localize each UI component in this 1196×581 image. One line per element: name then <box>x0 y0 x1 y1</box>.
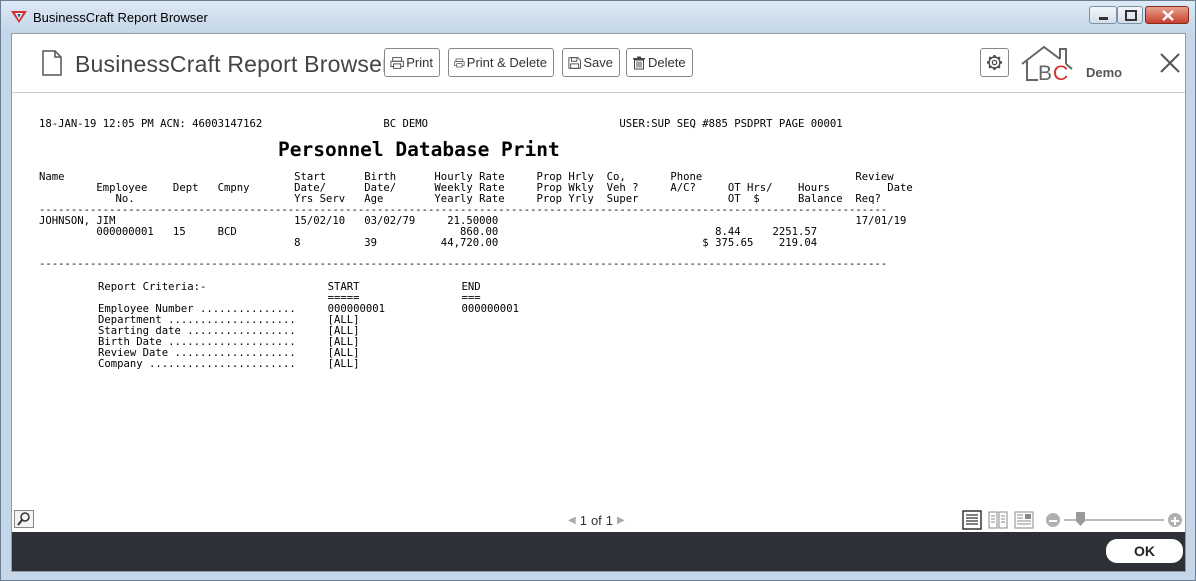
page-navigator: ◀ 1 of 1 ▶ <box>568 513 625 528</box>
print-and-delete-button[interactable]: Print & Delete <box>448 48 554 77</box>
next-page-icon[interactable]: ▶ <box>617 515 625 526</box>
two-page-view-icon[interactable] <box>988 510 1008 530</box>
trash-icon <box>633 56 645 69</box>
save-label: Save <box>583 55 613 70</box>
businesscraft-logo: B C <box>1021 45 1073 84</box>
svg-text:B: B <box>1038 62 1052 84</box>
report-browser-panel: BusinessCraft Report Browser Print Print… <box>11 33 1186 572</box>
close-icon[interactable] <box>1158 51 1182 75</box>
minus-icon <box>1049 520 1057 522</box>
title-bar[interactable]: BusinessCraft Report Browser <box>1 1 1195 33</box>
print-and-delete-label: Print & Delete <box>466 55 547 70</box>
report-page: 18-JAN-19 12:05 PM ACN: 46003147162 BC D… <box>12 93 1185 508</box>
previous-page-icon[interactable]: ◀ <box>568 515 576 526</box>
zoom-in-button[interactable] <box>1168 513 1182 527</box>
single-page-view-icon[interactable] <box>962 510 982 530</box>
report-title: Personnel Database Print <box>278 138 560 161</box>
minimize-button[interactable] <box>1089 6 1117 24</box>
document-icon <box>42 50 62 76</box>
bottom-action-bar: OK <box>12 532 1185 571</box>
window-close-button[interactable] <box>1145 6 1189 24</box>
delete-label: Delete <box>648 55 686 70</box>
window-title: BusinessCraft Report Browser <box>33 10 208 25</box>
page-total: 1 <box>605 513 614 528</box>
report-header-line: 18-JAN-19 12:05 PM ACN: 46003147162 BC D… <box>39 118 843 130</box>
viewer-footer: ◀ 1 of 1 ▶ <box>12 508 1185 532</box>
delete-button[interactable]: Delete <box>626 48 693 77</box>
save-button[interactable]: Save <box>562 48 620 77</box>
brand-label: Demo <box>1086 65 1123 80</box>
divider: ----------------------------------------… <box>39 258 888 270</box>
toolbar-header: BusinessCraft Report Browser Print Print… <box>12 34 1185 93</box>
page-of: of <box>590 513 602 528</box>
settings-button[interactable] <box>980 48 1009 77</box>
printer-icon <box>390 56 404 69</box>
print-button[interactable]: Print <box>384 48 440 77</box>
businesscraft-app-icon <box>11 11 27 23</box>
floppy-disk-icon <box>568 56 581 69</box>
zoom-out-button[interactable] <box>1046 513 1060 527</box>
page-title: BusinessCraft Report Browser <box>75 51 390 77</box>
maximize-button[interactable] <box>1117 6 1143 24</box>
magnifier-icon <box>17 512 30 526</box>
print-label: Print <box>406 55 433 70</box>
ok-button[interactable]: OK <box>1106 539 1183 563</box>
criteria-line: Company ....................... [ALL] <box>98 358 360 370</box>
svg-text:C: C <box>1053 62 1068 84</box>
printer-icon <box>454 58 465 67</box>
table-row: 8 39 44,720.00 $ 375.65 219.04 <box>39 237 818 249</box>
search-button[interactable] <box>14 510 34 528</box>
plus-icon <box>1171 517 1179 525</box>
gear-icon <box>987 55 1002 70</box>
zoom-slider-thumb[interactable] <box>1076 512 1085 526</box>
page-current: 1 <box>579 513 587 528</box>
report-browser-window: BusinessCraft Report Browser BusinessCra… <box>0 0 1196 581</box>
thumbnail-view-icon[interactable] <box>1014 510 1034 530</box>
